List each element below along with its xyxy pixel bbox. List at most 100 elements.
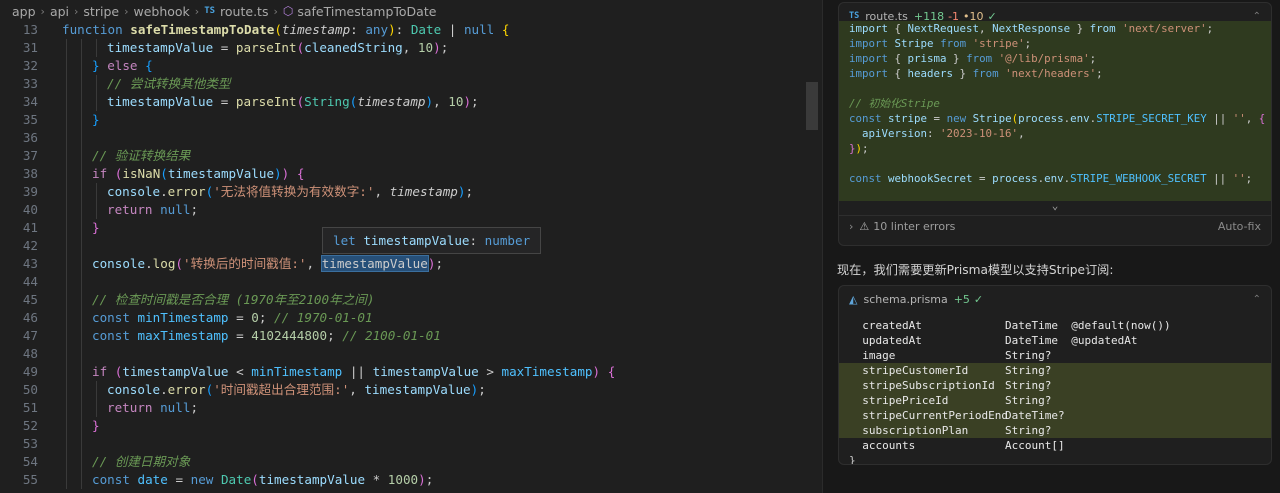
line-number: 41 bbox=[22, 220, 38, 235]
snippet-line: import { headers } from 'next/headers'; bbox=[839, 66, 1271, 81]
code-line[interactable]: 43 console.log('转换后的时间戳值:', timestampValu… bbox=[0, 255, 806, 273]
line-number: 45 bbox=[22, 292, 38, 307]
code-line[interactable]: 47 const maxTimestamp = 4102444800; // 21… bbox=[0, 327, 806, 345]
code-token: maxTimestamp bbox=[501, 364, 593, 379]
prisma-card-header[interactable]: ◭ schema.prisma +5 ✓ ⌃ bbox=[839, 286, 1271, 312]
code-token: * bbox=[365, 472, 388, 487]
code-line[interactable]: 49 if (timestampValue < minTimestamp || t… bbox=[0, 363, 806, 381]
code-token: ) bbox=[592, 364, 601, 379]
breadcrumb-symbol[interactable]: safeTimestampToDate bbox=[297, 4, 436, 19]
code-line[interactable]: 38 if (isNaN(timestampValue)) { bbox=[0, 165, 806, 183]
chat-panel: TS route.ts +118 -1 •10 ✓ ⌃ import { Nex… bbox=[822, 0, 1280, 493]
code-line[interactable]: 50 console.error('时间戳超出合理范围:', timestampV… bbox=[0, 381, 806, 399]
highlighted-symbol[interactable]: timestampValue bbox=[320, 255, 429, 272]
code-line[interactable]: 13 function safeTimestampToDate(timestamp… bbox=[0, 21, 806, 39]
snippet-line: }); bbox=[839, 141, 1271, 156]
code-token: // 2100-01-01 bbox=[342, 328, 441, 343]
code-token: timestampValue bbox=[107, 94, 214, 109]
prisma-field-row: updatedAt DateTime @updatedAt bbox=[839, 333, 1271, 348]
indent-guide bbox=[96, 381, 97, 399]
prisma-field-type: DateTime @default(now()) bbox=[1005, 319, 1171, 332]
editor-scrollbar-thumb[interactable] bbox=[806, 82, 818, 130]
code-line[interactable]: 31 timestampValue = parseInt(cleanedStrin… bbox=[0, 39, 806, 57]
code-line[interactable]: 48 bbox=[0, 345, 806, 363]
code-line[interactable]: 44 bbox=[0, 273, 806, 291]
code-line[interactable]: 46 const minTimestamp = 0; // 1970-01-01 bbox=[0, 309, 806, 327]
code-text: } bbox=[92, 219, 100, 237]
collapse-icon[interactable]: ⌃ bbox=[1253, 294, 1261, 305]
breadcrumb-webhook[interactable]: webhook bbox=[133, 4, 189, 19]
code-token: = bbox=[213, 40, 236, 55]
code-line[interactable]: 55 const date = new Date(timestampValue *… bbox=[0, 471, 806, 489]
indent-guide bbox=[96, 399, 97, 417]
code-line[interactable]: 39 console.error('无法将值转换为有效数字:', timestam… bbox=[0, 183, 806, 201]
code-text: console.error('时间戳超出合理范围:', timestampVal… bbox=[107, 381, 486, 399]
line-number: 31 bbox=[22, 40, 38, 55]
code-token: { bbox=[296, 166, 305, 181]
code-token: timestampValue bbox=[107, 40, 214, 55]
code-token: // 创建日期对象 bbox=[92, 454, 191, 469]
hover-tooltip: let timestampValue: number bbox=[322, 227, 542, 254]
code-line[interactable]: 34 timestampValue = parseInt(String(times… bbox=[0, 93, 806, 111]
breadcrumb-api[interactable]: api bbox=[50, 4, 69, 19]
code-line[interactable]: 32} else { bbox=[0, 57, 806, 75]
code-text: // 尝试转换其他类型 bbox=[107, 75, 231, 93]
code-token: 'next/server' bbox=[1122, 22, 1207, 35]
code-line[interactable]: 51 return null; bbox=[0, 399, 806, 417]
assistant-message: 现在，我们需要更新Prisma模型以支持Stripe订阅: bbox=[837, 263, 1114, 277]
code-line[interactable]: 40 return null; bbox=[0, 201, 806, 219]
hover-keyword: let bbox=[333, 233, 356, 248]
code-line[interactable]: 37 // 验证转换结果 bbox=[0, 147, 806, 165]
prisma-field-row: stripeSubscriptionId String? bbox=[839, 378, 1271, 393]
code-line[interactable]: 45 // 检查时间戳是否合理 (1970年至2100年之间) bbox=[0, 291, 806, 309]
code-line[interactable]: 33 // 尝试转换其他类型 bbox=[0, 75, 806, 93]
autofix-button[interactable]: Auto-fix bbox=[1218, 220, 1261, 233]
prisma-field-type: String? bbox=[1005, 379, 1052, 392]
linter-errors-label: 10 linter errors bbox=[873, 220, 956, 233]
code-token: = bbox=[228, 328, 252, 343]
code-token: , bbox=[374, 184, 390, 199]
code-token: ; bbox=[471, 94, 479, 109]
code-text: const date = new Date(timestampValue * 1… bbox=[92, 471, 433, 489]
typescript-file-icon: TS bbox=[849, 11, 860, 21]
code-token: console bbox=[107, 382, 161, 397]
expand-chevron-icon[interactable]: ⌄ bbox=[839, 200, 1271, 215]
indent-guide bbox=[66, 435, 67, 453]
line-number: 48 bbox=[22, 346, 38, 361]
line-number: 43 bbox=[22, 256, 38, 271]
prisma-card-filename[interactable]: schema.prisma bbox=[863, 293, 947, 306]
code-token: '' bbox=[1232, 112, 1246, 125]
chevron-right-icon: › bbox=[194, 4, 200, 18]
line-number: 36 bbox=[22, 130, 38, 145]
code-line[interactable]: 35} bbox=[0, 111, 806, 129]
breadcrumb-app[interactable]: app bbox=[12, 4, 36, 19]
breadcrumb-file[interactable]: route.ts bbox=[220, 4, 268, 19]
code-text: console.error('无法将值转换为有效数字:', timestamp)… bbox=[107, 183, 473, 201]
code-token: '无法将值转换为有效数字:' bbox=[213, 184, 375, 199]
code-editor[interactable]: app › api › stripe › webhook › TS route.… bbox=[0, 0, 820, 493]
collapse-icon[interactable]: ⌃ bbox=[1253, 11, 1261, 22]
prisma-field-type: String? bbox=[1005, 349, 1052, 362]
code-token: STRIPE_SECRET_KEY bbox=[1096, 112, 1207, 125]
code-token: ; bbox=[465, 184, 474, 199]
code-line[interactable]: 54 // 创建日期对象 bbox=[0, 453, 806, 471]
linter-errors-row[interactable]: › ⚠ 10 linter errors Auto-fix bbox=[839, 215, 1271, 237]
code-token: timestampValue bbox=[167, 166, 275, 181]
code-token: | bbox=[441, 22, 464, 37]
prisma-field-name: stripeCurrentPeriodEnd bbox=[849, 409, 1008, 422]
snippet-line bbox=[839, 81, 1271, 96]
code-line[interactable]: 52} bbox=[0, 417, 806, 435]
code-lines[interactable]: 13 function safeTimestampToDate(timestamp… bbox=[0, 21, 806, 489]
breadcrumb-stripe[interactable]: stripe bbox=[83, 4, 119, 19]
line-number: 13 bbox=[22, 22, 38, 37]
code-token: 10 bbox=[417, 40, 434, 55]
code-line[interactable]: 36 bbox=[0, 129, 806, 147]
code-token: function bbox=[62, 22, 131, 37]
code-token: '' bbox=[1232, 172, 1246, 185]
code-token: = bbox=[972, 172, 993, 185]
code-line[interactable]: 53 bbox=[0, 435, 806, 453]
